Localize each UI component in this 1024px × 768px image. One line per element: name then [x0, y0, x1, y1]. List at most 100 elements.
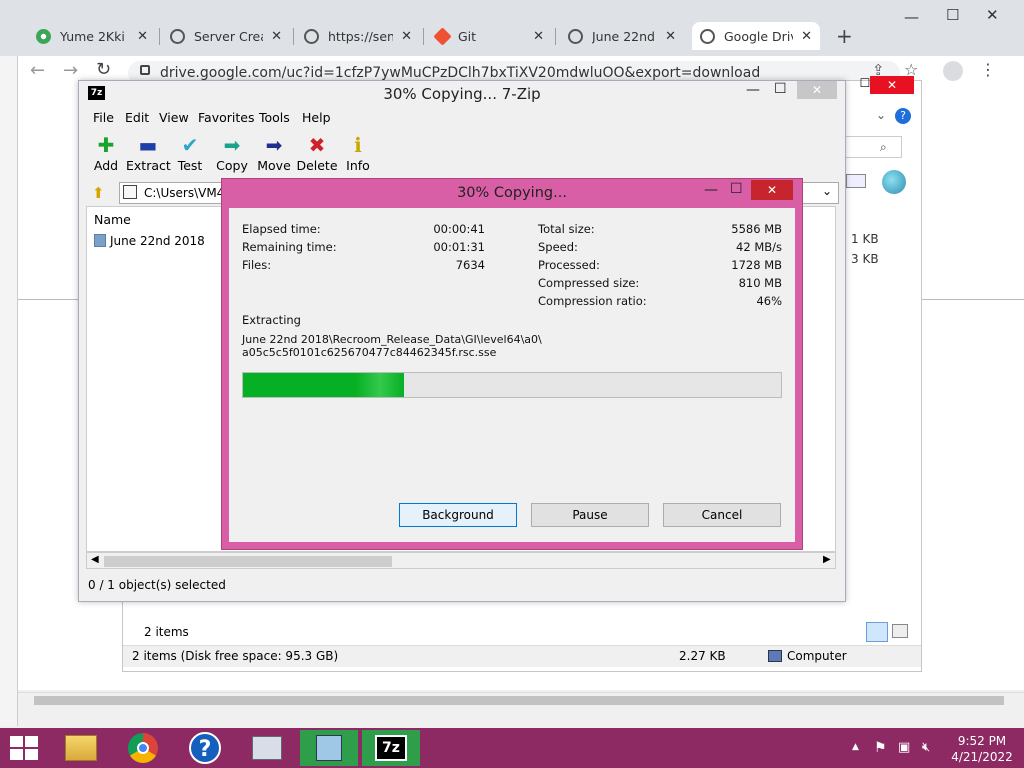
compressed-size-value: 810 MB [738, 276, 782, 290]
dialog-maximize-button[interactable]: ☐ [730, 181, 743, 197]
toolbar-label: Extract [126, 158, 171, 173]
total-size-label: Total size: [538, 222, 595, 236]
background-button[interactable]: Background [399, 503, 517, 527]
menu-item-file[interactable]: File [93, 110, 114, 125]
file-list-item[interactable]: June 22nd 2018 [110, 234, 205, 248]
menu-item-view[interactable]: View [159, 110, 189, 125]
progress-bar-fill [243, 373, 405, 397]
clock-date[interactable]: 4/21/2022 [948, 750, 1016, 764]
browser-tab[interactable]: Google Drive ✕ [692, 22, 820, 50]
dialog-close-button[interactable]: ✕ [751, 180, 793, 200]
minus-icon: ▬ [138, 133, 158, 157]
tray-up-icon[interactable]: ▲ [852, 742, 859, 752]
globe-icon [882, 170, 906, 194]
speed-value: 42 MB/s [736, 240, 782, 254]
tab-label: June 22nd 2 [592, 28, 657, 44]
browser-tab[interactable]: https://sendi ✕ [296, 22, 420, 50]
tab-close-icon[interactable]: ✕ [271, 29, 282, 44]
action-center-flag-icon[interactable]: ⚑ [874, 740, 887, 756]
chrome-maximize-button[interactable]: ☐ [946, 6, 959, 24]
chrome-menu-icon[interactable]: ⋮ [980, 60, 996, 79]
7zip-maximize-button[interactable]: ☐ [774, 81, 787, 97]
browser-tab[interactable]: Server Create ✕ [162, 22, 290, 50]
explorer-help-icon[interactable]: ? [895, 108, 911, 124]
processed-value: 1728 MB [731, 258, 782, 272]
move-button[interactable]: ➡ Move [252, 134, 296, 173]
x-icon: ✖ [308, 133, 326, 157]
total-size-value: 5586 MB [731, 222, 782, 236]
explorer-close-button[interactable]: ✕ [870, 76, 914, 94]
scroll-right-icon[interactable]: ▶ [823, 554, 831, 565]
7zip-minimize-button[interactable]: — [746, 82, 760, 98]
tab-separator [293, 28, 294, 45]
explorer-chevron-icon[interactable]: ⌄ [876, 108, 886, 122]
clock-time[interactable]: 9:52 PM [952, 734, 1012, 748]
7zip-close-button[interactable]: ✕ [797, 81, 837, 99]
dialog-minimize-button[interactable]: — [704, 182, 718, 198]
add-button[interactable]: ✚ Add [84, 134, 128, 173]
up-folder-icon[interactable]: ⬆ [92, 184, 105, 202]
tab-close-icon[interactable]: ✕ [801, 29, 812, 44]
tab-close-icon[interactable]: ✕ [401, 29, 412, 44]
scroll-thumb[interactable] [104, 556, 392, 567]
taskbar-chrome[interactable] [114, 730, 172, 766]
menu-item-edit[interactable]: Edit [125, 110, 149, 125]
toolbar-label: Info [346, 158, 370, 173]
taskbar-help[interactable]: ? [176, 730, 234, 766]
tab-close-icon[interactable]: ✕ [137, 29, 148, 44]
test-button[interactable]: ✔ Test [168, 134, 212, 173]
cancel-button[interactable]: Cancel [663, 503, 781, 527]
details-view-icon[interactable] [866, 622, 888, 642]
globe-icon [170, 28, 185, 44]
remaining-label: Remaining time: [242, 240, 337, 254]
info-button[interactable]: ℹ Info [336, 134, 380, 173]
network-tray-icon[interactable]: ▣ [898, 740, 910, 755]
tab-close-icon[interactable]: ✕ [665, 29, 676, 44]
explorer-search-box[interactable] [844, 136, 902, 158]
taskbar-explorer[interactable] [52, 730, 110, 766]
tab-close-icon[interactable]: ✕ [533, 29, 544, 44]
tab-separator [555, 28, 556, 45]
toolbar-label: Add [93, 158, 119, 173]
remaining-value: 00:01:31 [433, 240, 485, 254]
browser-tab[interactable]: Git ✕ [428, 22, 552, 50]
menu-item-favorites[interactable]: Favorites [198, 110, 254, 125]
folder-icon [65, 735, 97, 761]
copy-button[interactable]: ➡ Copy [210, 134, 254, 173]
volume-muted-icon[interactable]: 🔇︎ [922, 740, 930, 755]
back-icon[interactable]: ← [30, 60, 45, 81]
new-tab-button[interactable]: + [836, 24, 853, 48]
taskbar-network[interactable] [300, 730, 358, 766]
file-size: 1 KB [851, 232, 879, 246]
start-button[interactable] [10, 736, 38, 760]
explorer-status-location: Computer [787, 649, 847, 663]
profile-icon[interactable] [943, 61, 963, 81]
explorer-status-free: 2 items (Disk free space: 95.3 GB) [132, 649, 339, 663]
pause-button[interactable]: Pause [531, 503, 649, 527]
col-header-name[interactable]: Name [94, 212, 131, 227]
scroll-left-icon[interactable]: ◀ [91, 554, 99, 565]
path-dropdown-icon[interactable]: ⌄ [822, 184, 832, 198]
forward-icon[interactable]: → [63, 60, 78, 81]
delete-button[interactable]: ✖ Delete [295, 134, 339, 173]
page-hscroll-thumb[interactable] [34, 696, 1004, 705]
view-icon[interactable] [846, 174, 866, 188]
reload-icon[interactable]: ↻ [96, 59, 111, 80]
elapsed-label: Elapsed time: [242, 222, 321, 236]
tab-favicon [36, 28, 51, 44]
files-value: 7634 [455, 258, 485, 272]
menu-item-tools[interactable]: Tools [259, 110, 290, 125]
extract-button[interactable]: ▬ Extract [126, 133, 171, 173]
info-icon: ℹ [354, 133, 362, 157]
taskbar-monitor[interactable] [238, 730, 296, 766]
large-icons-view-icon[interactable] [892, 624, 908, 638]
taskbar-7zip[interactable]: 7z [362, 730, 420, 766]
chrome-close-button[interactable]: ✕ [986, 6, 999, 24]
browser-tab[interactable]: June 22nd 2 ✕ [560, 22, 684, 50]
path-drive-icon [123, 185, 137, 199]
menu-item-help[interactable]: Help [302, 110, 331, 125]
browser-tab[interactable]: Yume 2Kki E ✕ [28, 22, 156, 50]
speed-label: Speed: [538, 240, 578, 254]
git-icon [433, 26, 452, 46]
chrome-minimize-button[interactable]: — [904, 8, 919, 26]
